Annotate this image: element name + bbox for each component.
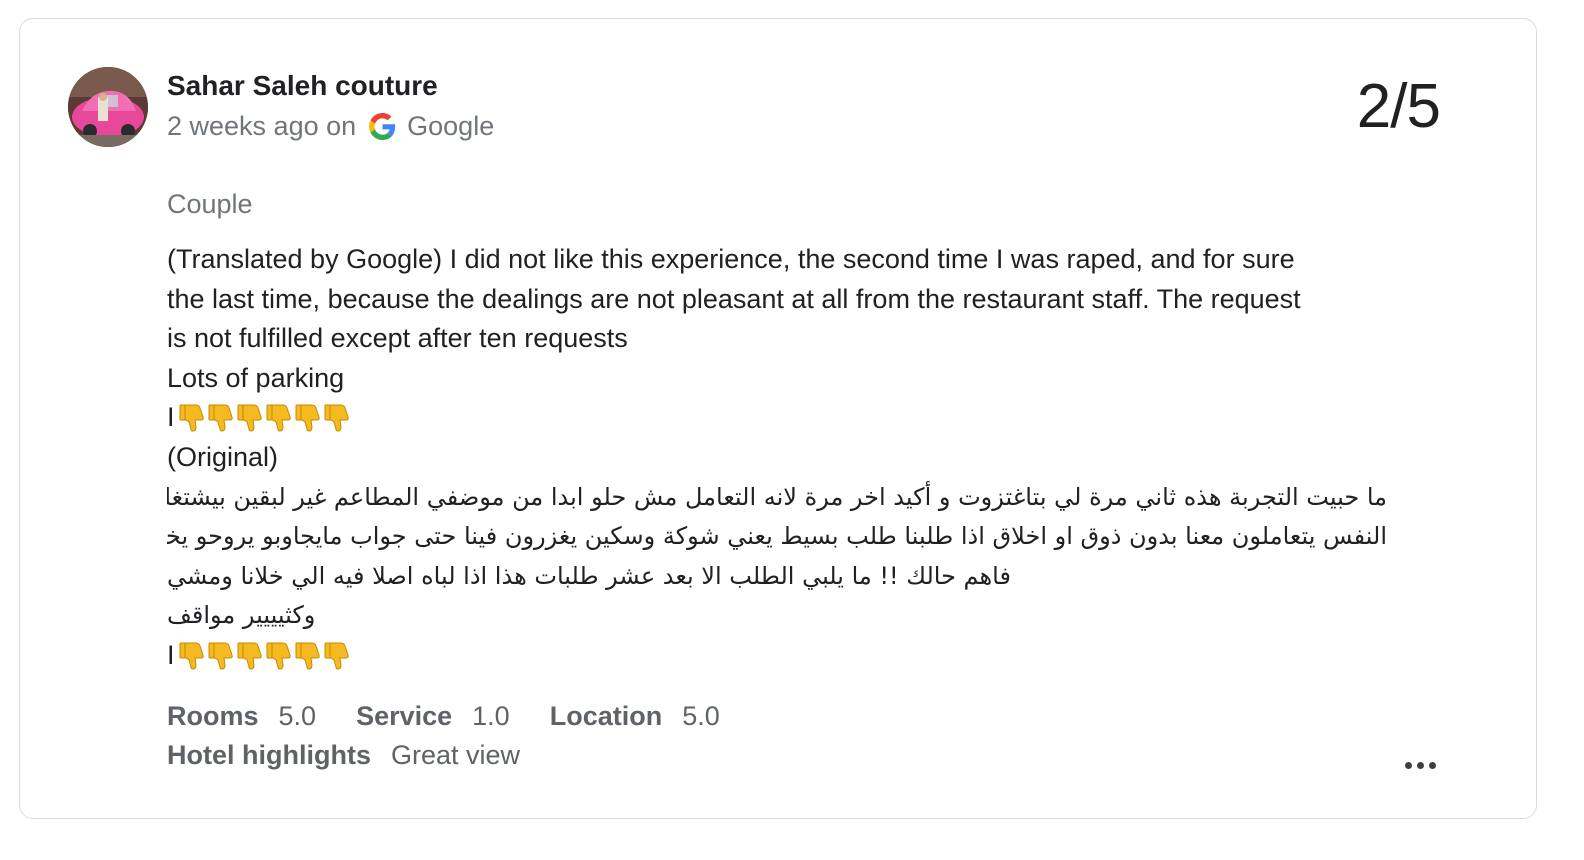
thumbs-down-icon xyxy=(179,403,206,433)
review-card: Sahar Saleh couture 2 weeks ago on Googl… xyxy=(19,18,1537,819)
thumbs-down-icon xyxy=(266,403,293,433)
hotel-highlights: Hotel highlights Great view xyxy=(167,738,520,772)
trip-type: Couple xyxy=(167,189,253,219)
rating-value-location: 5.0 xyxy=(682,701,720,731)
thumbs-down-row: I xyxy=(167,398,1387,438)
avatar-image xyxy=(68,67,148,147)
rating-value-service: 1.0 xyxy=(472,701,510,731)
rating-label-location: Location xyxy=(549,701,663,731)
thumbs-down-icon xyxy=(324,641,351,671)
avatar[interactable] xyxy=(68,67,148,147)
more-horiz-icon-dot xyxy=(1428,761,1436,769)
thumbs-down-icon xyxy=(237,403,264,433)
thumbs-down-icon xyxy=(179,641,206,671)
review-text-line: is not fulfilled except after ten reques… xyxy=(167,323,628,354)
thumbs-down-group xyxy=(179,403,353,433)
thumbs-down-icon xyxy=(295,641,322,671)
thumbs-down-row: I xyxy=(167,636,1387,676)
more-options-button[interactable] xyxy=(1400,753,1440,777)
rating-label-service: Service xyxy=(356,701,453,731)
original-text-line: ما حبيت التجربة هذه ثاني مرة لي بتاغتزوت… xyxy=(167,482,1387,511)
thumbs-down-group xyxy=(179,641,353,671)
highlights-label: Hotel highlights xyxy=(167,740,371,770)
pipe-char: I xyxy=(167,402,175,433)
review-meta: 2 weeks ago on Google xyxy=(167,109,494,143)
original-label: (Original) xyxy=(167,441,279,472)
review-time: 2 weeks ago on xyxy=(167,110,357,141)
review-text: (Translated by Google) I did not like th… xyxy=(167,240,1387,676)
more-horiz-icon-dot xyxy=(1416,761,1424,769)
highlights-value: Great view xyxy=(390,740,521,770)
thumbs-down-icon xyxy=(295,403,322,433)
thumbs-down-icon xyxy=(237,641,264,671)
review-text-line: (Translated by Google) I did not like th… xyxy=(167,244,1295,274)
more-horiz-icon xyxy=(1404,761,1412,769)
thumbs-down-icon xyxy=(208,641,235,671)
review-source[interactable]: Google xyxy=(407,111,494,142)
original-text-line: فاهم حالك !! ما يلبي الطلب الا بعد عشر ط… xyxy=(167,561,1011,590)
original-text-line: وكثيييير مواقف xyxy=(167,601,316,630)
category-ratings: Rooms 5.0 Service 1.0 Location 5.0 xyxy=(167,699,760,733)
thumbs-down-icon xyxy=(266,641,293,671)
rating-score: 2/5 xyxy=(1356,72,1441,141)
review-text-line: Lots of parking xyxy=(167,362,345,393)
original-text-line: النفس يتعاملون معنا بدون ذوق او اخلاق اذ… xyxy=(167,522,1387,551)
rating-value-rooms: 5.0 xyxy=(278,701,317,731)
thumbs-down-icon xyxy=(324,403,351,433)
pipe-char: I xyxy=(167,639,175,670)
rating-label-rooms: Rooms xyxy=(167,701,259,731)
author-name[interactable]: Sahar Saleh couture xyxy=(167,69,438,103)
thumbs-down-icon xyxy=(208,403,235,433)
review-text-line: the last time, because the dealings are … xyxy=(167,283,1301,314)
google-g-icon xyxy=(369,112,396,140)
